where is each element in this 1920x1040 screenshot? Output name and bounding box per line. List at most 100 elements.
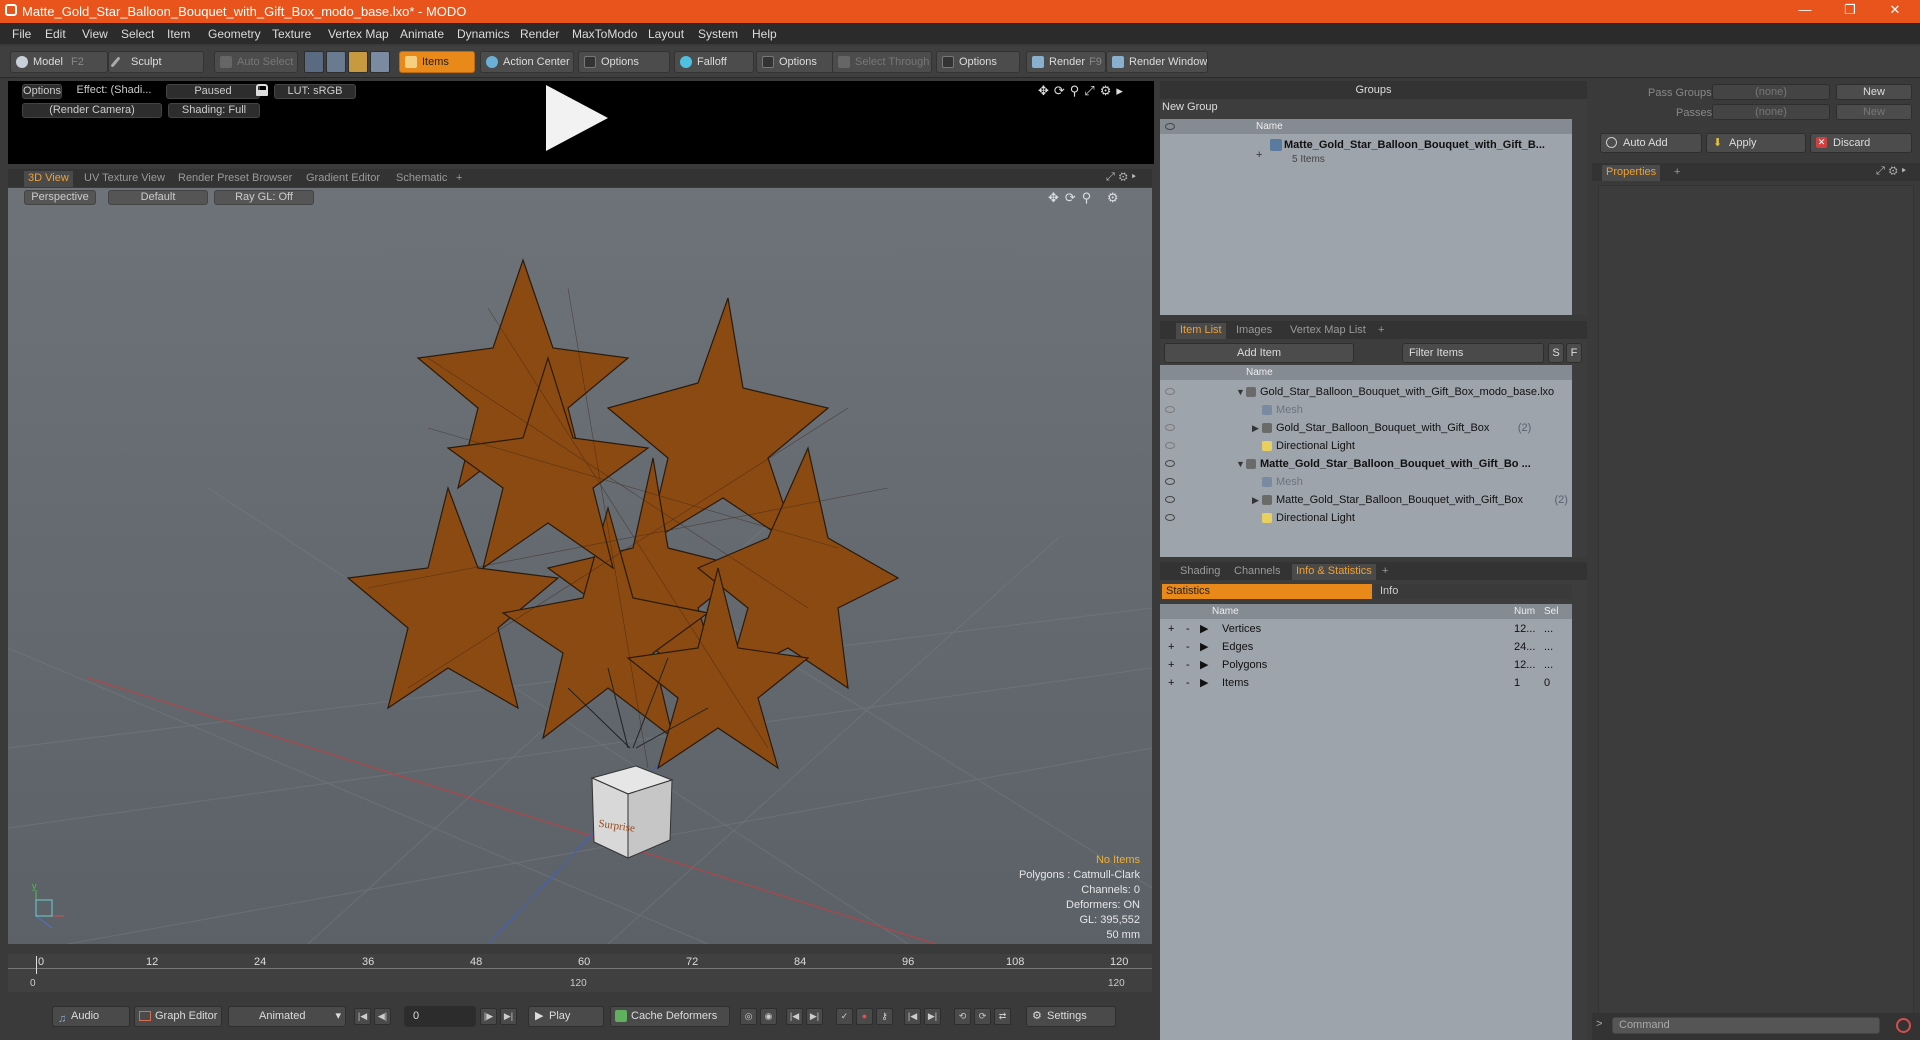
statistics-row[interactable]: + - ▶ Polygons 12...... <box>1160 656 1572 674</box>
auto-key-icon[interactable]: ✓ <box>836 1008 853 1025</box>
sculpt-mode-button[interactable]: Sculpt <box>108 51 204 73</box>
frame-input[interactable]: 0 <box>404 1006 476 1027</box>
filter-s-button[interactable]: S <box>1548 343 1564 363</box>
add-item-dropdown[interactable]: Add Item <box>1164 343 1354 363</box>
loop-icon[interactable]: ⟲ <box>954 1008 971 1025</box>
collapse-arrow-icon[interactable]: ▼ <box>1236 455 1245 473</box>
menu-layout[interactable]: Layout <box>648 27 684 41</box>
next-frame-icon[interactable]: |▶ <box>480 1008 497 1025</box>
key-icon[interactable]: ◎ <box>740 1008 757 1025</box>
menu-item[interactable]: Item <box>167 27 190 41</box>
model-mode-button[interactable]: Model F2 <box>10 51 108 73</box>
animated-dropdown[interactable]: Animated ▾ <box>228 1006 346 1027</box>
action-center-options-button[interactable]: Options <box>578 51 670 73</box>
item-list-row[interactable]: Directional Light <box>1160 509 1572 527</box>
tab-schematic[interactable]: Schematic <box>392 171 451 187</box>
statistics-subtab[interactable]: Statistics <box>1162 584 1372 599</box>
record-icon[interactable]: ● <box>856 1008 873 1025</box>
lock-icon[interactable] <box>256 84 268 96</box>
expand-arrow-icon[interactable]: ▶ <box>1200 674 1208 692</box>
filter-items-input[interactable]: Filter Items <box>1402 343 1544 363</box>
graph-editor-button[interactable]: Graph Editor <box>134 1006 222 1027</box>
item-list-row[interactable]: ▶ Gold_Star_Balloon_Bouquet_with_Gift_Box… <box>1160 419 1572 437</box>
eye-icon[interactable] <box>1165 514 1175 521</box>
expand-plus-icon[interactable]: + <box>1256 149 1262 161</box>
add-tab-button[interactable]: + <box>452 171 466 187</box>
play-button[interactable]: ▶ Play <box>528 1006 604 1027</box>
tab-uv-texture-view[interactable]: UV Texture View <box>80 171 169 187</box>
tab-3d-view[interactable]: 3D View <box>24 171 73 187</box>
remove-icon[interactable]: - <box>1186 674 1190 692</box>
shading-dropdown[interactable]: Shading: Full <box>168 103 260 118</box>
info-subtab[interactable]: Info <box>1374 584 1572 599</box>
item-list-row[interactable]: Mesh <box>1160 401 1572 419</box>
filter-f-button[interactable]: F <box>1566 343 1582 363</box>
add-tab-button[interactable]: + <box>1378 564 1392 580</box>
next-key-icon[interactable]: ▶| <box>806 1008 823 1025</box>
timeline[interactable]: 0 12 24 36 48 60 72 84 96 108 120 0 120 … <box>8 954 1152 992</box>
statistics-row[interactable]: + - ▶ Vertices 12...... <box>1160 620 1572 638</box>
minimize-button[interactable]: — <box>1790 2 1820 17</box>
viewport-nav-icons[interactable]: ✥⟳⚲ ⚙ <box>1048 190 1125 206</box>
3d-viewport[interactable]: Surprise y Perspective Default Ray GL: O… <box>8 188 1152 944</box>
effect-dropdown[interactable]: Effect: (Shadi... <box>64 84 164 99</box>
tab-shading[interactable]: Shading <box>1176 564 1224 580</box>
action-center-button[interactable]: Action Center <box>480 51 574 73</box>
paused-button[interactable]: Paused <box>166 84 260 99</box>
expand-arrow-icon[interactable]: ▶ <box>1200 656 1208 674</box>
command-input[interactable]: Command <box>1612 1017 1880 1034</box>
select-through-button[interactable]: Select Through <box>832 51 932 73</box>
item-list-row[interactable]: Mesh <box>1160 473 1572 491</box>
menu-edit[interactable]: Edit <box>45 27 66 41</box>
render-button[interactable]: Render F9 <box>1026 51 1106 73</box>
key-all-icon[interactable]: ⚷ <box>876 1008 893 1025</box>
falloff-options-button[interactable]: Options <box>756 51 834 73</box>
select-through-options-button[interactable]: Options <box>936 51 1020 73</box>
remove-icon[interactable]: - <box>1186 656 1190 674</box>
settings-button[interactable]: ⚙ Settings <box>1026 1006 1116 1027</box>
go-to-end-icon[interactable]: ▶| <box>500 1008 517 1025</box>
apply-button[interactable]: ⬇ Apply <box>1706 133 1806 153</box>
remove-icon[interactable]: - <box>1186 638 1190 656</box>
ping-icon[interactable]: ⇄ <box>994 1008 1011 1025</box>
tab-properties[interactable]: Properties <box>1602 165 1661 181</box>
polygons-select-icon[interactable] <box>348 51 368 73</box>
key-prev-icon[interactable]: |◀ <box>904 1008 921 1025</box>
go-to-start-icon[interactable]: |◀ <box>354 1008 371 1025</box>
item-list-row[interactable]: ▼ Gold_Star_Balloon_Bouquet_with_Gift_Box… <box>1160 383 1572 401</box>
camera-dropdown[interactable]: (Render Camera) <box>22 103 162 118</box>
menu-maxtomodo[interactable]: MaxToModo <box>572 27 637 41</box>
add-tab-button[interactable]: + <box>1374 323 1388 339</box>
statistics-row[interactable]: + - ▶ Items 1 0 <box>1160 674 1572 692</box>
menu-file[interactable]: File <box>12 27 31 41</box>
materials-select-icon[interactable] <box>370 51 390 73</box>
tab-channels[interactable]: Channels <box>1230 564 1284 580</box>
render-window-button[interactable]: Render Window <box>1106 51 1208 73</box>
auto-select-button[interactable]: Auto Select <box>214 51 298 73</box>
edges-select-icon[interactable] <box>326 51 346 73</box>
menu-dynamics[interactable]: Dynamics <box>457 27 510 41</box>
item-list-row[interactable]: Directional Light <box>1160 437 1572 455</box>
new-pass-button[interactable]: New <box>1836 104 1912 120</box>
menu-geometry[interactable]: Geometry <box>208 27 261 41</box>
eye-icon[interactable] <box>1165 406 1175 413</box>
tab-item-list[interactable]: Item List <box>1176 323 1226 339</box>
item-list-row[interactable]: ▶ Matte_Gold_Star_Balloon_Bouquet_with_Gi… <box>1160 491 1572 509</box>
eye-icon[interactable] <box>1165 424 1175 431</box>
group-item-name[interactable]: Matte_Gold_Star_Balloon_Bouquet_with_Gif… <box>1284 139 1545 151</box>
new-group-button[interactable]: New Group <box>1162 101 1218 115</box>
pass-groups-dropdown[interactable]: (none) <box>1712 84 1830 100</box>
eye-icon[interactable] <box>1165 388 1175 395</box>
eye-icon[interactable] <box>1165 478 1175 485</box>
expand-arrow-icon[interactable]: ▶ <box>1200 620 1208 638</box>
falloff-button[interactable]: Falloff <box>674 51 754 73</box>
items-mode-button[interactable]: Items <box>399 51 475 73</box>
viewport-style-dropdown[interactable]: Default <box>108 190 208 205</box>
playhead[interactable] <box>36 956 37 974</box>
new-pass-group-button[interactable]: New <box>1836 84 1912 100</box>
menu-render[interactable]: Render <box>520 27 559 41</box>
collapse-arrow-icon[interactable]: ▼ <box>1236 383 1245 401</box>
preview-nav-icons[interactable]: ✥⟳⚲⤢⚙▸ <box>1038 83 1128 99</box>
item-list-row[interactable]: ▼ Matte_Gold_Star_Balloon_Bouquet_with_Gi… <box>1160 455 1572 473</box>
tab-gradient-editor[interactable]: Gradient Editor <box>302 171 384 187</box>
